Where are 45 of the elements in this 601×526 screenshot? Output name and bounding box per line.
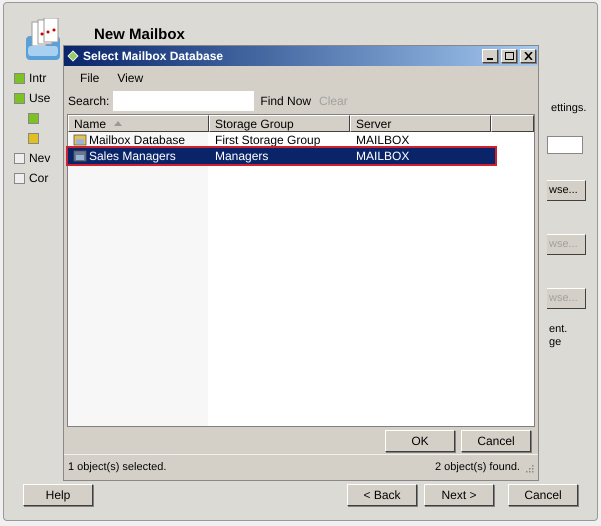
table-cell-text: MAILBOX: [355, 148, 410, 165]
table-cell-text: First Storage Group: [214, 132, 322, 149]
step-label: Nev: [29, 150, 50, 167]
search-label: Search:: [68, 93, 110, 110]
column-header[interactable]: Name: [68, 115, 209, 132]
close-button[interactable]: [520, 49, 536, 63]
step-label: Cor: [29, 170, 48, 187]
wizard-button[interactable]: < Back: [347, 484, 417, 506]
step-label: Intr: [29, 70, 46, 87]
column-header[interactable]: Storage Group: [209, 115, 350, 132]
dialog-button[interactable]: Cancel: [461, 430, 531, 452]
close-icon: [524, 52, 532, 60]
browse-button[interactable]: wse...: [547, 180, 586, 200]
column-header[interactable]: Server: [350, 115, 491, 132]
table-cell-text: Managers: [214, 148, 270, 165]
status-text: 2 object(s) found.: [435, 460, 520, 476]
table-cell-text: MAILBOX: [355, 132, 410, 149]
list-row[interactable]: Mailbox Database First Storage Group MAILBOX: [68, 132, 495, 148]
description-text: ent.: [548, 322, 568, 336]
table-cell-text: Sales Managers: [89, 148, 176, 165]
maximize-icon: [504, 52, 514, 60]
description-text: ge: [548, 336, 562, 348]
dialog-button[interactable]: OK: [385, 430, 455, 452]
dialog-app-icon: [66, 49, 80, 63]
database-icon: [73, 149, 87, 163]
find-now-button[interactable]: Find Now: [260, 92, 312, 110]
menu-item[interactable]: File: [80, 69, 100, 87]
resize-grip-icon: [524, 462, 534, 472]
menu-item[interactable]: View: [117, 69, 144, 87]
search-field[interactable]: [113, 91, 254, 111]
dialog-title: Select Mailbox Database: [83, 48, 224, 65]
sort-up-icon: [114, 121, 122, 126]
minimize-button[interactable]: [482, 49, 498, 63]
status-text: 1 object(s) selected.: [68, 460, 168, 476]
wizard-button[interactable]: Next >: [424, 484, 494, 506]
table-cell-text: Mailbox Database: [89, 132, 186, 149]
list-row[interactable]: Sales Managers Managers MAILBOX: [68, 148, 495, 164]
database-icon: [73, 133, 87, 147]
description-text: ettings.: [550, 101, 588, 116]
text-field[interactable]: [547, 136, 583, 154]
wizard-title: New Mailbox: [94, 26, 185, 43]
maximize-button[interactable]: [501, 49, 517, 63]
wizard-button[interactable]: Help: [23, 484, 93, 506]
wizard-button[interactable]: Cancel: [508, 484, 578, 506]
step-label: Use: [29, 90, 50, 107]
